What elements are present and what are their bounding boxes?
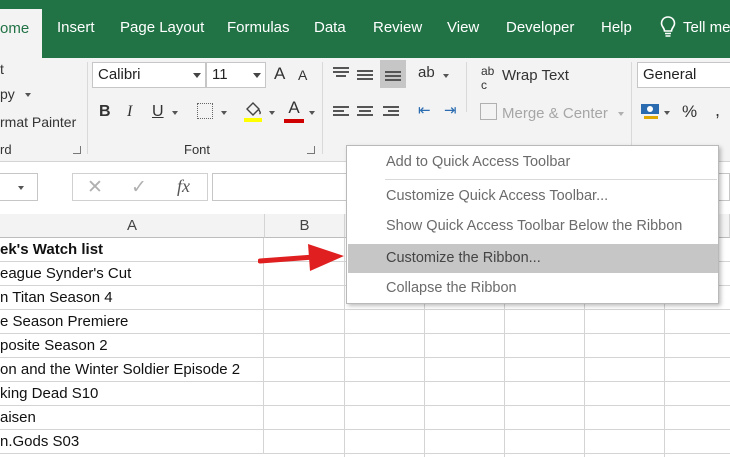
merge-center-button[interactable]: Merge & Center — [502, 105, 608, 122]
tab-tell-me[interactable]: Tell me — [683, 19, 730, 36]
ribbon-context-menu: Add to Quick Access Toolbar Customize Qu… — [346, 145, 719, 304]
copy-button[interactable]: py — [0, 86, 15, 102]
comma-style-button[interactable]: , — [715, 100, 720, 121]
divider — [466, 62, 467, 112]
align-right-icon[interactable] — [383, 106, 399, 118]
underline-button[interactable]: U — [152, 103, 164, 121]
cell-a6[interactable]: on and the Winter Soldier Episode 2 — [0, 358, 264, 382]
align-center-icon[interactable] — [357, 106, 373, 118]
tab-developer[interactable]: Developer — [506, 19, 574, 36]
table-row: e Season Premiere — [0, 310, 730, 334]
wrap-text-button[interactable]: Wrap Text — [502, 67, 569, 84]
tab-help[interactable]: Help — [601, 19, 632, 36]
cell-a9[interactable]: n.Gods S03 — [0, 430, 264, 454]
insert-function-icon[interactable]: fx — [177, 176, 190, 197]
format-painter-button[interactable]: rmat Painter — [0, 114, 76, 130]
formula-buttons: ✕ ✓ fx — [72, 173, 208, 201]
divider — [322, 62, 323, 154]
decrease-indent-icon[interactable]: ⇤ — [418, 101, 431, 119]
lightbulb-icon — [660, 16, 676, 37]
font-launcher-icon[interactable] — [307, 146, 315, 154]
decrease-font-size-icon[interactable]: A — [298, 67, 307, 83]
chevron-down-icon — [193, 73, 201, 78]
font-color-icon[interactable]: A — [283, 98, 305, 124]
borders-dropdown-icon[interactable] — [221, 111, 227, 115]
table-row: posite Season 2 — [0, 334, 730, 358]
tab-home[interactable]: ome — [0, 9, 42, 58]
menu-item-collapse-the-ribbon[interactable]: Collapse the Ribbon — [348, 274, 718, 303]
tab-formulas[interactable]: Formulas — [227, 19, 290, 36]
table-row: on and the Winter Soldier Episode 2 — [0, 358, 730, 382]
red-arrow-icon — [258, 244, 344, 271]
fill-color-icon[interactable] — [243, 99, 263, 123]
tab-data[interactable]: Data — [314, 19, 346, 36]
chevron-down-icon — [18, 186, 24, 190]
number-format-value: General — [643, 66, 697, 83]
cell-a1[interactable]: ek's Watch list — [0, 238, 264, 262]
tab-page-layout[interactable]: Page Layout — [120, 19, 204, 36]
wrap-text-icon: ab c — [481, 64, 495, 92]
number-format-combo[interactable]: General — [637, 62, 730, 88]
orientation-dropdown-icon[interactable] — [443, 74, 449, 78]
tab-view[interactable]: View — [447, 19, 479, 36]
merge-center-icon — [480, 103, 497, 120]
italic-button[interactable]: I — [127, 103, 132, 121]
copy-dropdown-icon[interactable] — [25, 93, 31, 97]
bottom-align-button[interactable] — [380, 60, 406, 88]
chevron-down-icon — [253, 73, 261, 78]
cell-a4[interactable]: e Season Premiere — [0, 310, 264, 334]
font-group-label: Font — [184, 142, 211, 157]
increase-font-size-icon[interactable]: A — [274, 64, 285, 84]
table-row: n.Gods S03 — [0, 430, 730, 454]
top-align-icon[interactable] — [333, 67, 349, 79]
currency-dropdown-icon[interactable] — [664, 111, 670, 115]
tab-review[interactable]: Review — [373, 19, 422, 36]
cell-a5[interactable]: posite Season 2 — [0, 334, 264, 358]
fill-color-dropdown-icon[interactable] — [269, 111, 275, 115]
tab-insert[interactable]: Insert — [57, 19, 95, 36]
cell-a2[interactable]: eague Synder's Cut — [0, 262, 264, 286]
menu-separator — [385, 179, 717, 180]
ribbon-tab-bar: ome Insert Page Layout Formulas Data Rev… — [0, 0, 730, 58]
divider — [631, 62, 632, 154]
menu-item-customize-the-ribbon[interactable]: Customize the Ribbon... — [348, 244, 718, 273]
font-name-value: Calibri — [98, 66, 141, 83]
increase-indent-icon[interactable]: ⇥ — [444, 101, 457, 119]
align-left-icon[interactable] — [333, 106, 349, 118]
font-color-dropdown-icon[interactable] — [309, 111, 315, 115]
font-size-value: 11 — [212, 66, 228, 83]
enter-icon[interactable]: ✓ — [131, 176, 147, 199]
cell-a7[interactable]: king Dead S10 — [0, 382, 264, 406]
percent-style-button[interactable]: % — [682, 102, 697, 122]
cut-button[interactable]: t — [0, 61, 4, 77]
bottom-align-icon — [385, 71, 401, 83]
clipboard-launcher-icon[interactable] — [73, 146, 81, 154]
merge-dropdown-icon[interactable] — [618, 112, 624, 116]
currency-icon[interactable] — [640, 101, 662, 121]
menu-item-customize-quick-access-toolbar[interactable]: Customize Quick Access Toolbar... — [348, 182, 718, 211]
menu-item-show-quick-access-toolbar-below[interactable]: Show Quick Access Toolbar Below the Ribb… — [348, 212, 718, 241]
underline-dropdown-icon[interactable] — [172, 111, 178, 115]
table-row: king Dead S10 — [0, 382, 730, 406]
cancel-icon[interactable]: ✕ — [87, 176, 103, 199]
column-header-b[interactable]: B — [265, 214, 345, 238]
font-size-combo[interactable]: 11 — [206, 62, 266, 88]
cell-a8[interactable]: aisen — [0, 406, 264, 430]
table-row: aisen — [0, 406, 730, 430]
column-header-a[interactable]: A — [0, 214, 265, 238]
middle-align-icon[interactable] — [357, 70, 373, 82]
borders-icon[interactable] — [197, 103, 213, 119]
font-name-combo[interactable]: Calibri — [92, 62, 206, 88]
clipboard-group-label: rd — [0, 142, 12, 157]
cell-a3[interactable]: n Titan Season 4 — [0, 286, 264, 310]
bold-button[interactable]: B — [99, 103, 111, 121]
divider — [87, 62, 88, 154]
menu-item-add-to-quick-access-toolbar[interactable]: Add to Quick Access Toolbar — [348, 148, 718, 177]
orientation-icon[interactable]: ab — [418, 64, 435, 81]
name-box[interactable] — [0, 173, 38, 201]
